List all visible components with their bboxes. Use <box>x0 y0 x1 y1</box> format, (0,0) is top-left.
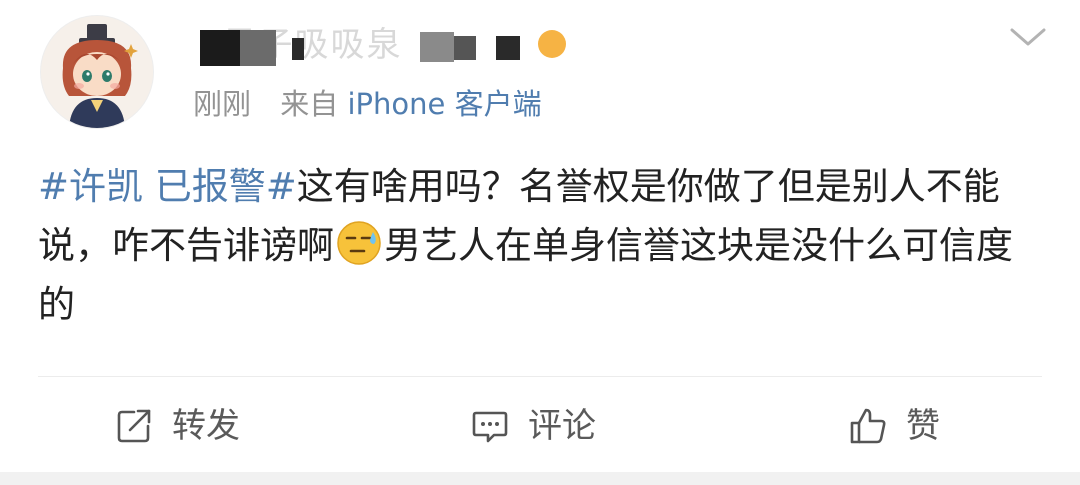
weibo-post-card: P星子吸吸泉 刚刚 来自 iPhone 客户端 #许凯 已报警#这有啥用吗？名誉… <box>0 0 1080 472</box>
source-prefix: 来自 <box>280 87 339 121</box>
author-avatar[interactable] <box>40 15 154 129</box>
mosaic-block <box>420 32 454 62</box>
post-meta: 刚刚 来自 iPhone 客户端 <box>193 84 542 124</box>
post-content: #许凯 已报警#这有啥用吗？名誉权是你做了但是别人不能说，咋不告诽谤啊 男艺人在… <box>38 157 1038 334</box>
post-time: 刚刚 <box>193 87 252 121</box>
mosaic-block <box>240 30 276 66</box>
mosaic-block <box>454 36 476 60</box>
chevron-down-icon <box>1010 28 1046 46</box>
sweat-emoji-icon <box>336 220 382 266</box>
source-link[interactable]: iPhone 客户端 <box>347 87 541 121</box>
repost-icon <box>117 409 151 443</box>
repost-button[interactable]: 转发 <box>114 398 240 454</box>
hashtag-link[interactable]: #许凯 已报警# <box>38 165 297 208</box>
post-menu-button[interactable] <box>1008 22 1048 52</box>
author-name[interactable]: P星子吸吸泉 <box>200 22 570 68</box>
repost-label: 转发 <box>172 406 240 446</box>
action-divider <box>38 376 1042 377</box>
like-button[interactable]: 赞 <box>848 398 940 454</box>
comment-button[interactable]: 评论 <box>470 398 596 454</box>
feed-separator <box>0 472 1080 485</box>
comment-label: 评论 <box>528 406 596 446</box>
mosaic-block <box>200 30 240 66</box>
like-label: 赞 <box>906 406 940 446</box>
vip-badge-icon <box>538 30 566 58</box>
cartoon-avatar-icon <box>41 16 153 128</box>
mosaic-block <box>292 38 304 60</box>
mosaic-block <box>496 36 520 60</box>
thumbs-up-icon <box>850 408 886 444</box>
comment-icon <box>472 411 508 443</box>
